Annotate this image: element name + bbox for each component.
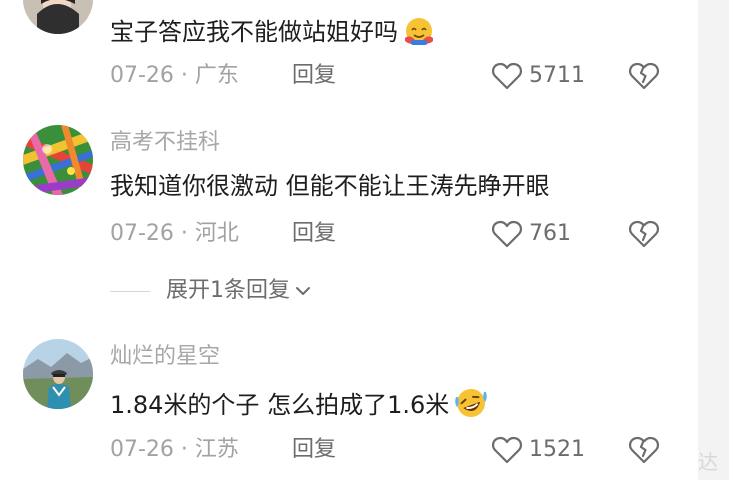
avatar[interactable] (23, 0, 93, 34)
chevron-down-icon (296, 287, 310, 295)
divider-line (110, 290, 150, 292)
comment-text: 我知道你很激动 但能不能让王涛先睁开眼 (110, 172, 550, 200)
meta-separator: · (173, 221, 195, 246)
comment-list-screen: 宝子答应我不能做站姐好吗 07-26 · 广东 回复 5711 高考不挂科 我知… (0, 0, 729, 480)
reply-button[interactable]: 回复 (292, 220, 336, 248)
like-button[interactable]: 761 (491, 218, 571, 250)
avatar[interactable] (23, 339, 93, 409)
broken-heart-icon (628, 62, 660, 90)
heart-icon (491, 436, 523, 464)
dislike-button[interactable] (628, 434, 660, 466)
like-button[interactable]: 1521 (491, 434, 585, 466)
comment-date: 07-26 (110, 221, 174, 246)
side-strip (698, 0, 729, 480)
comment-location: 河北 (194, 221, 239, 246)
meta-separator: · (173, 437, 195, 462)
hug-emoji-icon (402, 16, 436, 54)
comment-meta: 07-26 · 江苏 (110, 436, 239, 464)
reply-button[interactable]: 回复 (292, 62, 336, 90)
like-count: 761 (529, 221, 571, 246)
like-count: 5711 (529, 63, 585, 88)
avatar[interactable] (23, 125, 93, 195)
like-button[interactable]: 5711 (491, 60, 585, 92)
comment-text: 1.84米的个子 怎么拍成了1.6米 (110, 387, 489, 427)
broken-heart-icon (628, 436, 660, 464)
comment-meta: 07-26 · 河北 (110, 220, 239, 248)
reply-button[interactable]: 回复 (292, 436, 336, 464)
meta-separator: · (173, 63, 195, 88)
rolling-laugh-emoji-icon (453, 387, 489, 427)
comment-location: 江苏 (194, 437, 239, 462)
comment-date: 07-26 (110, 63, 174, 88)
dislike-button[interactable] (628, 218, 660, 250)
comment-username[interactable]: 高考不挂科 (110, 129, 220, 157)
heart-icon (491, 62, 523, 90)
expand-replies-button[interactable]: 展开1条回复 (166, 277, 290, 305)
comment-date: 07-26 (110, 437, 174, 462)
comment-meta: 07-26 · 广东 (110, 62, 239, 90)
dislike-button[interactable] (628, 60, 660, 92)
comment-text: 宝子答应我不能做站姐好吗 (110, 16, 436, 54)
expand-replies-row[interactable]: 展开1条回复 (110, 276, 312, 306)
comment-location: 广东 (194, 63, 239, 88)
watermark-text: 达 (698, 450, 718, 474)
like-count: 1521 (529, 437, 585, 462)
heart-icon (491, 220, 523, 248)
comment-username[interactable]: 灿烂的星空 (110, 343, 220, 371)
broken-heart-icon (628, 220, 660, 248)
